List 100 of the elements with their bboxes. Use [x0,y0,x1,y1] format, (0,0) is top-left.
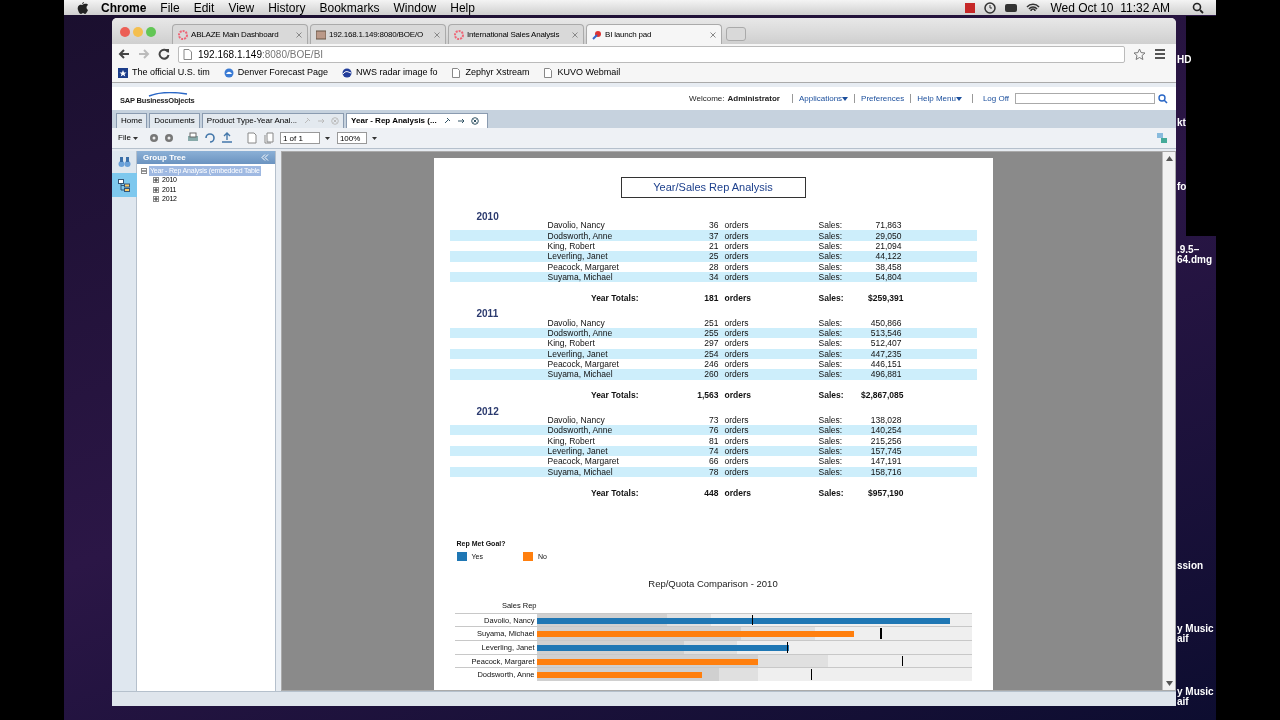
table-cell-text: 38,458 [874,261,902,272]
close-icon[interactable] [470,117,479,125]
zoom-field[interactable]: 100% [336,132,367,144]
table-cell-text: Sales: [818,338,844,349]
desktop-icon-label: aif [1177,634,1189,644]
desktop-icon-label: ssion [1177,561,1204,571]
export-icon[interactable] [220,132,233,144]
table-cell-text: 512,407 [869,338,902,349]
page-icon[interactable] [245,132,258,144]
close-button[interactable] [120,27,130,37]
file-menu[interactable]: File [118,132,138,144]
header-link[interactable]: Applications [798,92,849,105]
browser-tab[interactable]: International Sales Analysis [448,24,584,44]
table-cell-text: 254 [703,348,719,359]
table-cell-text: Davolio, Nancy [546,220,606,231]
address-bar[interactable]: 192.168.1.149:8080/BOE/BI [178,45,1125,63]
detach-icon[interactable] [456,117,465,125]
bookmark[interactable]: The official U.S. tim [118,66,210,80]
table-cell-text: 147,191 [869,456,902,467]
star-icon[interactable] [1133,47,1146,61]
search-field[interactable] [1015,93,1155,104]
pages-icon[interactable] [262,132,275,144]
globe-icon [341,68,352,78]
caret-icon[interactable] [324,136,330,140]
search-icon[interactable] [1192,1,1204,14]
desktop-icon-label: kt [1177,118,1186,128]
refresh-icon[interactable] [203,132,216,144]
battery-icon [964,1,977,14]
desktop-icon-label: 64.dmg [1177,255,1212,265]
table-cell-text: 66 [708,456,719,467]
document-tab[interactable]: Home [116,113,148,128]
binoculars-icon [117,156,131,168]
header-link[interactable]: Preferences [861,92,905,105]
reload-icon[interactable] [158,48,170,60]
table-cell-text: Peacock, Margaret [546,456,620,467]
table-cell-text: 71,863 [874,220,902,231]
app-menu[interactable]: Chrome [101,0,147,17]
header-link[interactable]: Help Menu [917,92,962,105]
panel-title: Group Tree [143,151,187,164]
table-cell-text: 54,804 [874,272,902,283]
table-cell-text: 246 [703,359,719,370]
bookmark[interactable]: Zephyr Xstream [451,66,530,80]
tree-icon [118,178,130,192]
table-cell-text: Dodsworth, Anne [546,230,614,241]
menu-item[interactable]: History [268,0,306,17]
gear-icon[interactable] [163,133,174,143]
printer-icon[interactable] [186,132,199,144]
page-icon [183,48,192,60]
gear-icon[interactable] [148,133,159,143]
table-cell-text: Sales: [818,425,844,436]
table-cell-text: Sales: [818,435,844,446]
menu-item[interactable]: File [160,0,180,17]
expand-toggle[interactable] [153,186,159,193]
scrollbar[interactable] [1162,152,1175,690]
table-cell-text: Year Totals: [589,390,639,401]
menu-item[interactable]: Window [393,0,437,17]
caret-icon[interactable] [371,136,377,140]
desktop-icon-label: y Music [1177,624,1214,634]
menu-item[interactable]: Help [450,0,475,17]
user-name: Administrator [727,92,780,105]
back-icon[interactable] [118,48,130,60]
table-cell-text: King, Robert [546,338,596,349]
bookmark[interactable]: Denver Forecast Page [223,66,328,80]
desktop-icon-label: HD [1177,55,1192,65]
browser-tab[interactable]: ABLAZE Main Dashboard [172,24,308,44]
table-cell-text: Suyama, Michael [546,272,614,283]
table-cell-text: 215,256 [869,435,902,446]
collapse-icon[interactable] [261,154,269,161]
document-tab[interactable]: Year - Rep Analysis (... [346,113,488,128]
clock: Wed Oct 10 11:32 AM [1050,0,1170,17]
table-cell-text: orders [723,446,750,457]
table-cell-text: orders [723,348,750,359]
table-cell-text: orders [723,466,750,477]
caret-icon [842,96,849,101]
table-cell-text: Sales: [818,487,845,498]
year-heading: 2010 [475,211,500,222]
bookmark[interactable]: KUVO Webmail [543,66,621,80]
table-cell-text: 260 [703,369,719,380]
browser-tab[interactable]: 192.168.1.149:8080/BOE/O [310,24,446,44]
desktop-icon-label: .9.5– [1177,245,1200,255]
arrange-icon[interactable] [1156,132,1168,144]
expand-toggle[interactable] [153,196,159,203]
group-tree-button[interactable] [112,173,137,197]
menu-item[interactable]: Edit [193,0,215,17]
table-cell-text: orders [723,261,750,272]
menu-item[interactable]: View [228,0,255,17]
expand-toggle[interactable] [153,177,159,184]
menu-item[interactable]: Bookmarks [319,0,380,17]
pin-icon[interactable] [442,117,451,125]
header-link[interactable]: Log Off [982,92,1009,105]
bookmark[interactable]: NWS radar image fo [341,66,438,80]
collapse-toggle[interactable] [141,167,147,174]
table-cell-text: orders [723,435,750,446]
table-cell-text: $957,190 [867,487,904,498]
browser-tab[interactable]: BI launch pad [586,24,722,44]
table-cell-text: $2,867,085 [859,390,904,401]
document-tab[interactable]: Documents [149,113,200,128]
table-cell-text: Sales: [818,220,844,231]
page-number-field[interactable]: 1 of 1 [279,132,320,144]
menu-icon[interactable] [1154,48,1166,60]
